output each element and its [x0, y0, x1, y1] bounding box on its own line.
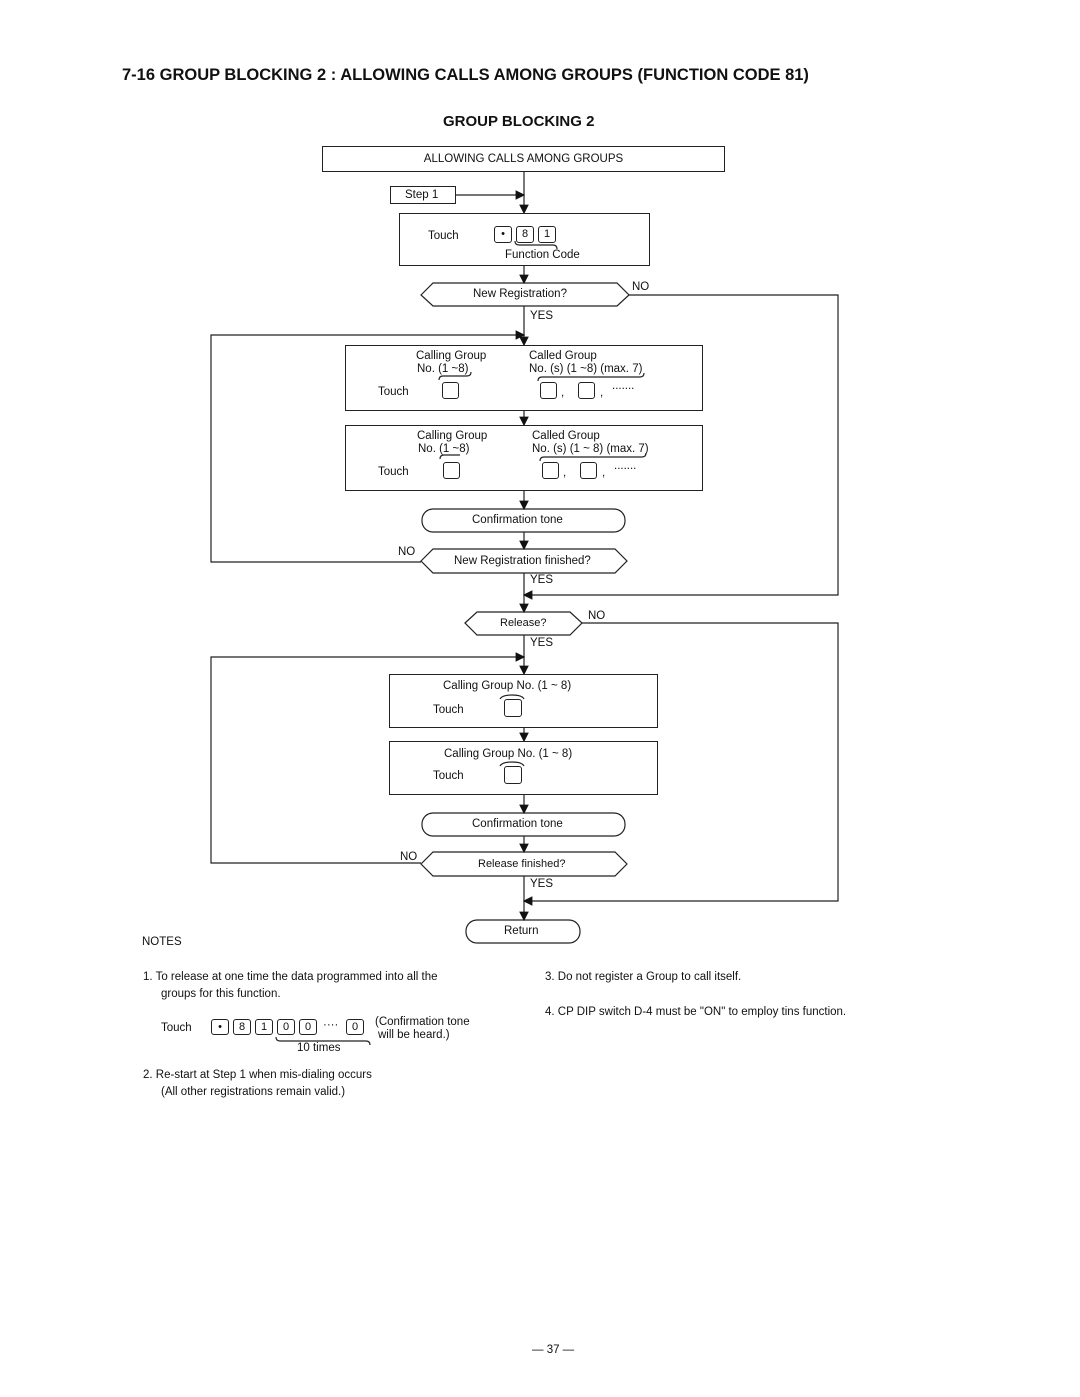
called-key	[542, 462, 559, 479]
key-dot: •	[211, 1019, 229, 1035]
section-subtitle: GROUP BLOCKING 2	[443, 113, 595, 130]
called-range: No. (s) (1 ~8) (max. 7)	[529, 363, 643, 375]
yes-label: YES	[530, 637, 554, 649]
touch-label: Touch	[433, 770, 464, 782]
touch-label: Touch	[378, 386, 409, 398]
no-label: NO	[400, 851, 418, 863]
calling-key	[504, 699, 522, 717]
confirmation-tone-2: Confirmation tone	[472, 818, 563, 830]
note-4: 4. CP DIP switch D-4 must be "ON" to emp…	[545, 1006, 847, 1018]
decision-release-finished: Release finished?	[478, 858, 566, 870]
touch-label: Touch	[161, 1022, 192, 1034]
registration-box-1: Calling Group No. (1 ~8) Touch Called Gr…	[345, 345, 703, 411]
step-label: Step 1	[405, 189, 439, 201]
no-label: NO	[398, 546, 416, 558]
note-3: 3. Do not register a Group to call itsel…	[545, 971, 742, 983]
calling-key	[442, 382, 459, 399]
decision-new-registration: New Registration?	[473, 288, 567, 300]
calling-key	[504, 766, 522, 784]
calling-range: No. (1 ~8)	[418, 443, 470, 455]
note-1: 1. To release at one time the data progr…	[143, 971, 438, 983]
calling-group-no: Calling Group No. (1 ~ 8)	[443, 680, 572, 692]
yes-label: YES	[530, 310, 554, 322]
page-title: 7-16 GROUP BLOCKING 2 : ALLOWING CALLS A…	[122, 66, 809, 84]
page-number: — 37 —	[532, 1344, 575, 1356]
touch-label: Touch	[428, 230, 459, 242]
calling-group-label: Calling Group	[416, 350, 487, 362]
comma: ,	[602, 467, 606, 479]
calling-range: No. (1 ~8)	[417, 363, 469, 375]
calling-key	[443, 462, 460, 479]
release-box-2: Calling Group No. (1 ~ 8) Touch	[389, 741, 658, 795]
ellipsis: .......	[612, 380, 635, 392]
return-terminal: Return	[504, 925, 539, 937]
called-key	[540, 382, 557, 399]
decision-new-registration-finished: New Registration finished?	[454, 555, 591, 567]
key-8: 8	[516, 226, 534, 243]
key-0: 0	[346, 1019, 364, 1035]
ellipsis: .......	[614, 460, 637, 472]
called-range: No. (s) (1 ~ 8) (max. 7)	[532, 443, 649, 455]
no-label: NO	[588, 610, 606, 622]
key-1: 1	[538, 226, 556, 243]
key-8: 8	[233, 1019, 251, 1035]
yes-label: YES	[530, 878, 554, 890]
header-box: ALLOWING CALLS AMONG GROUPS	[322, 146, 725, 172]
key-1: 1	[255, 1019, 273, 1035]
touch-label: Touch	[378, 466, 409, 478]
release-box-1: Calling Group No. (1 ~ 8) Touch	[389, 674, 658, 728]
called-group-label: Called Group	[532, 430, 600, 442]
calling-group-no: Calling Group No. (1 ~ 8)	[444, 748, 573, 760]
confirmation-note-cont: will be heard.)	[378, 1029, 450, 1041]
key-0: 0	[277, 1019, 295, 1035]
confirmation-tone-1: Confirmation tone	[472, 514, 563, 526]
ellipsis: ····	[323, 1019, 339, 1031]
note-1-cont: groups for this function.	[161, 988, 281, 1000]
yes-label: YES	[530, 574, 554, 586]
times-label: 10 times	[297, 1042, 341, 1054]
confirmation-note: (Confirmation tone	[375, 1016, 470, 1028]
note-2: 2. Re-start at Step 1 when mis-dialing o…	[143, 1069, 372, 1081]
comma: ,	[563, 467, 567, 479]
calling-group-label: Calling Group	[417, 430, 488, 442]
registration-box-2: Calling Group No. (1 ~8) Touch Called Gr…	[345, 425, 703, 491]
function-code-label: Function Code	[505, 249, 580, 261]
comma: ,	[561, 387, 565, 399]
no-label: NO	[632, 281, 650, 293]
key-0: 0	[299, 1019, 317, 1035]
decision-release: Release?	[500, 617, 547, 629]
header-label: ALLOWING CALLS AMONG GROUPS	[423, 153, 624, 165]
called-key	[580, 462, 597, 479]
touch-function-code-box: Touch • 8 1 Function Code	[399, 213, 650, 266]
notes-heading: NOTES	[142, 936, 182, 948]
note-2-cont: (All other registrations remain valid.)	[161, 1086, 346, 1098]
called-group-label: Called Group	[529, 350, 597, 362]
touch-label: Touch	[433, 704, 464, 716]
step-box: Step 1	[390, 186, 456, 204]
called-key	[578, 382, 595, 399]
comma: ,	[600, 387, 604, 399]
key-dot: •	[494, 226, 512, 243]
manual-page: 7-16 GROUP BLOCKING 2 : ALLOWING CALLS A…	[0, 0, 1080, 1397]
